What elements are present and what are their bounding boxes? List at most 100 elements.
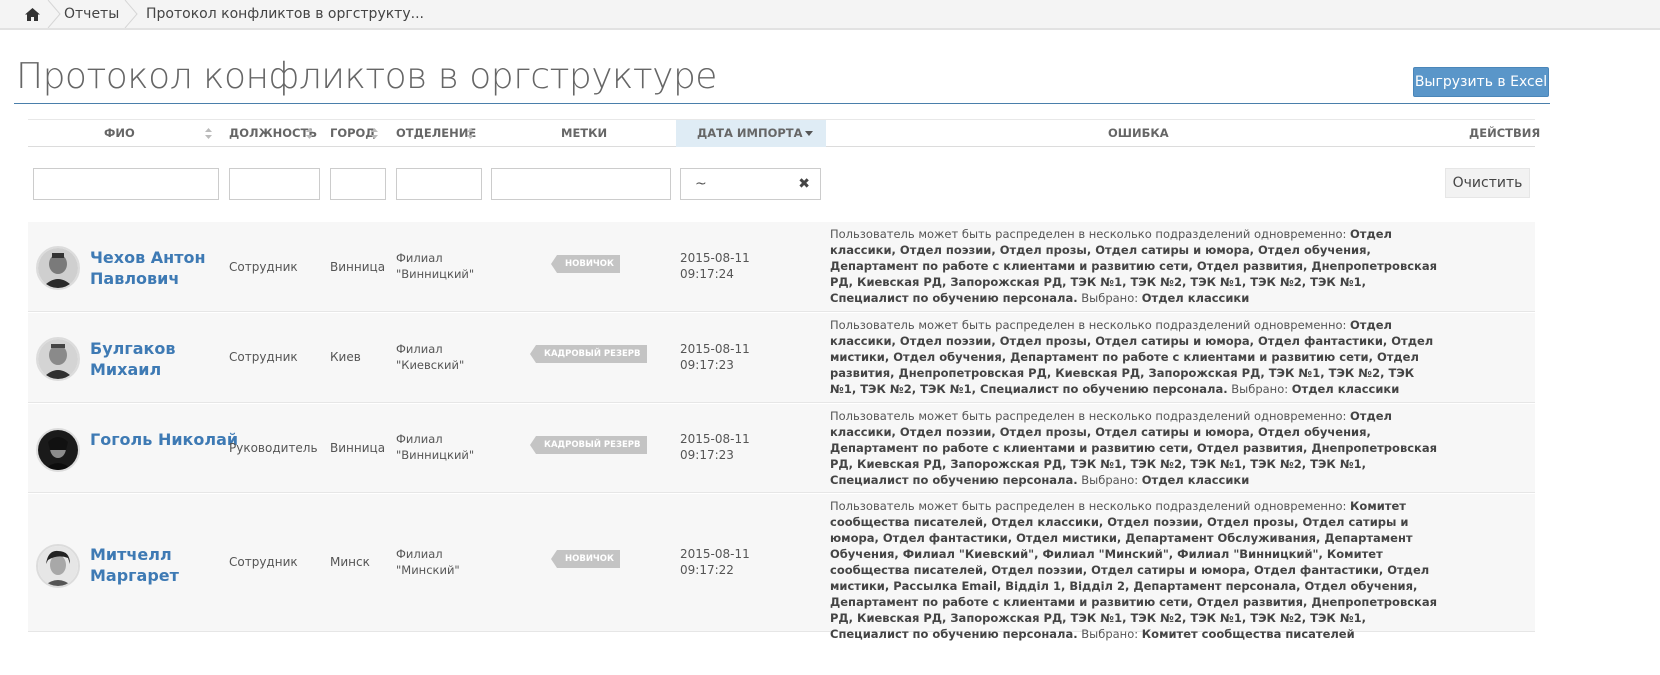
filter-department-input[interactable] — [396, 168, 482, 200]
error-prefix: Пользователь может быть распределен в не… — [830, 227, 1351, 241]
employee-name-link[interactable]: Булгаков Михаил — [90, 338, 230, 380]
employee-name-link[interactable]: Чехов Антон Павлович — [90, 247, 230, 289]
table-row: Гоголь Николай Руководитель Винница Фили… — [28, 404, 1535, 493]
clear-filters-button[interactable]: Очистить — [1445, 168, 1530, 198]
column-header-fio[interactable]: ФИО — [28, 120, 218, 147]
tag-badge: НОВИЧОК — [551, 255, 620, 273]
import-time: 09:17:24 — [680, 267, 734, 281]
department-cell: Филиал "Киевский" — [396, 341, 464, 373]
city-cell: Киев — [330, 350, 361, 364]
import-time: 09:17:23 — [680, 358, 734, 372]
tag-badge: НОВИЧОК — [551, 550, 620, 568]
filter-position-input[interactable] — [229, 168, 320, 200]
avatar — [36, 428, 80, 472]
table-row: Митчелл Маргарет Сотрудник Минск Филиал … — [28, 494, 1535, 641]
city-cell: Минск — [330, 555, 370, 569]
department-cell: Филиал "Винницкий" — [396, 431, 474, 463]
table-row: Чехов Антон Павлович Сотрудник Винница Ф… — [28, 222, 1535, 312]
import-date-cell: 2015-08-11 09:17:22 — [680, 546, 750, 578]
filter-city-input[interactable] — [330, 168, 386, 200]
filter-date-value: ~ — [695, 176, 707, 192]
column-header-city[interactable]: ГОРОД — [328, 120, 384, 147]
export-excel-button[interactable]: Выгрузить в Excel — [1413, 67, 1549, 97]
sort-icon — [467, 128, 474, 139]
position-cell: Сотрудник — [229, 350, 298, 364]
avatar — [36, 544, 80, 588]
title-divider — [14, 103, 1550, 104]
department-line: "Винницкий" — [396, 267, 475, 281]
error-selected-label: Выбрано: — [1077, 291, 1142, 305]
column-header-label: ОТДЕЛЕНИЕ — [396, 126, 477, 140]
breadcrumb-separator — [47, 0, 61, 28]
column-header-department[interactable]: ОТДЕЛЕНИЕ — [396, 120, 486, 147]
city-cell: Винница — [330, 260, 386, 274]
employee-name-link[interactable]: Митчелл Маргарет — [90, 544, 230, 586]
column-header-label: ГОРОД — [330, 126, 376, 140]
error-selected: Отдел классики — [1141, 473, 1250, 487]
column-header-tags: МЕТКИ — [561, 126, 608, 140]
import-date: 2015-08-11 — [680, 547, 750, 561]
breadcrumb-separator — [124, 0, 138, 28]
clear-date-icon[interactable]: ✖ — [798, 169, 810, 199]
sort-icon — [205, 128, 212, 139]
sort-desc-icon — [805, 131, 813, 136]
error-departments: Комитет сообщества писателей, Отдел клас… — [830, 499, 1437, 641]
import-date-cell: 2015-08-11 09:17:24 — [680, 250, 750, 282]
filter-date-input[interactable]: ~ ✖ — [680, 168, 821, 200]
column-header-import-date[interactable]: ДАТА ИМПОРТА — [676, 120, 826, 147]
position-cell: Сотрудник — [229, 555, 298, 569]
department-line: "Киевский" — [396, 358, 465, 372]
department-line: Филиал — [396, 342, 443, 356]
column-header-actions: ДЕЙСТВИЯ — [1469, 126, 1541, 140]
error-selected: Отдел классики — [1291, 382, 1400, 396]
employee-name-link[interactable]: Гоголь Николай — [90, 429, 238, 450]
department-line: "Винницкий" — [396, 448, 475, 462]
avatar — [36, 337, 80, 381]
page-title: Протокол конфликтов в оргструктуре — [16, 56, 717, 97]
table-header: ФИО ДОЛЖНОСТЬ ГОРОД ОТДЕЛЕНИЕ МЕТКИ ДАТА… — [28, 119, 1541, 147]
department-cell: Филиал "Минский" — [396, 546, 460, 578]
import-date-cell: 2015-08-11 09:17:23 — [680, 431, 750, 463]
error-selected-label: Выбрано: — [1077, 473, 1142, 487]
department-line: "Минский" — [396, 563, 460, 577]
import-time: 09:17:23 — [680, 448, 734, 462]
column-header-label: ДОЛЖНОСТЬ — [229, 126, 318, 140]
import-date-cell: 2015-08-11 09:17:23 — [680, 341, 750, 373]
import-date: 2015-08-11 — [680, 342, 750, 356]
error-text: Пользователь может быть распределен в не… — [830, 498, 1442, 642]
column-header-position[interactable]: ДОЛЖНОСТЬ — [228, 120, 318, 147]
error-selected-label: Выбрано: — [1077, 627, 1142, 641]
error-text: Пользователь может быть распределен в не… — [830, 226, 1442, 306]
city-cell: Винница — [330, 441, 386, 455]
tag-badge: КАДРОВЫЙ РЕЗЕРВ — [530, 345, 647, 363]
breadcrumb-item-current: Протокол конфликтов в оргструкту... — [146, 6, 424, 22]
department-line: Филиал — [396, 432, 443, 446]
column-header-error: ОШИБКА — [1108, 126, 1169, 140]
sort-icon — [306, 128, 313, 139]
position-cell: Сотрудник — [229, 260, 298, 274]
column-header-label: ДАТА ИМПОРТА — [697, 126, 803, 140]
department-cell: Филиал "Винницкий" — [396, 250, 474, 282]
error-text: Пользователь может быть распределен в не… — [830, 408, 1442, 488]
breadcrumb: Отчеты Протокол конфликтов в оргструкту.… — [0, 0, 1660, 30]
tag-badge: КАДРОВЫЙ РЕЗЕРВ — [530, 436, 647, 454]
import-time: 09:17:22 — [680, 563, 734, 577]
department-line: Филиал — [396, 251, 443, 265]
home-icon[interactable] — [18, 0, 46, 28]
error-prefix: Пользователь может быть распределен в не… — [830, 409, 1351, 423]
error-selected: Отдел классики — [1141, 291, 1250, 305]
table-row: Булгаков Михаил Сотрудник Киев Филиал "К… — [28, 313, 1535, 403]
error-selected-label: Выбрано: — [1227, 382, 1292, 396]
error-prefix: Пользователь может быть распределен в не… — [830, 499, 1351, 513]
import-date: 2015-08-11 — [680, 432, 750, 446]
error-prefix: Пользователь может быть распределен в не… — [830, 318, 1351, 332]
column-header-label: ФИО — [104, 126, 135, 140]
department-line: Филиал — [396, 547, 443, 561]
error-selected: Комитет сообщества писателей — [1141, 627, 1355, 641]
filter-fio-input[interactable] — [33, 168, 219, 200]
filter-tags-input[interactable] — [491, 168, 671, 200]
position-cell: Руководитель — [229, 441, 318, 455]
sort-icon — [371, 128, 378, 139]
import-date: 2015-08-11 — [680, 251, 750, 265]
breadcrumb-item-reports[interactable]: Отчеты — [64, 0, 119, 28]
